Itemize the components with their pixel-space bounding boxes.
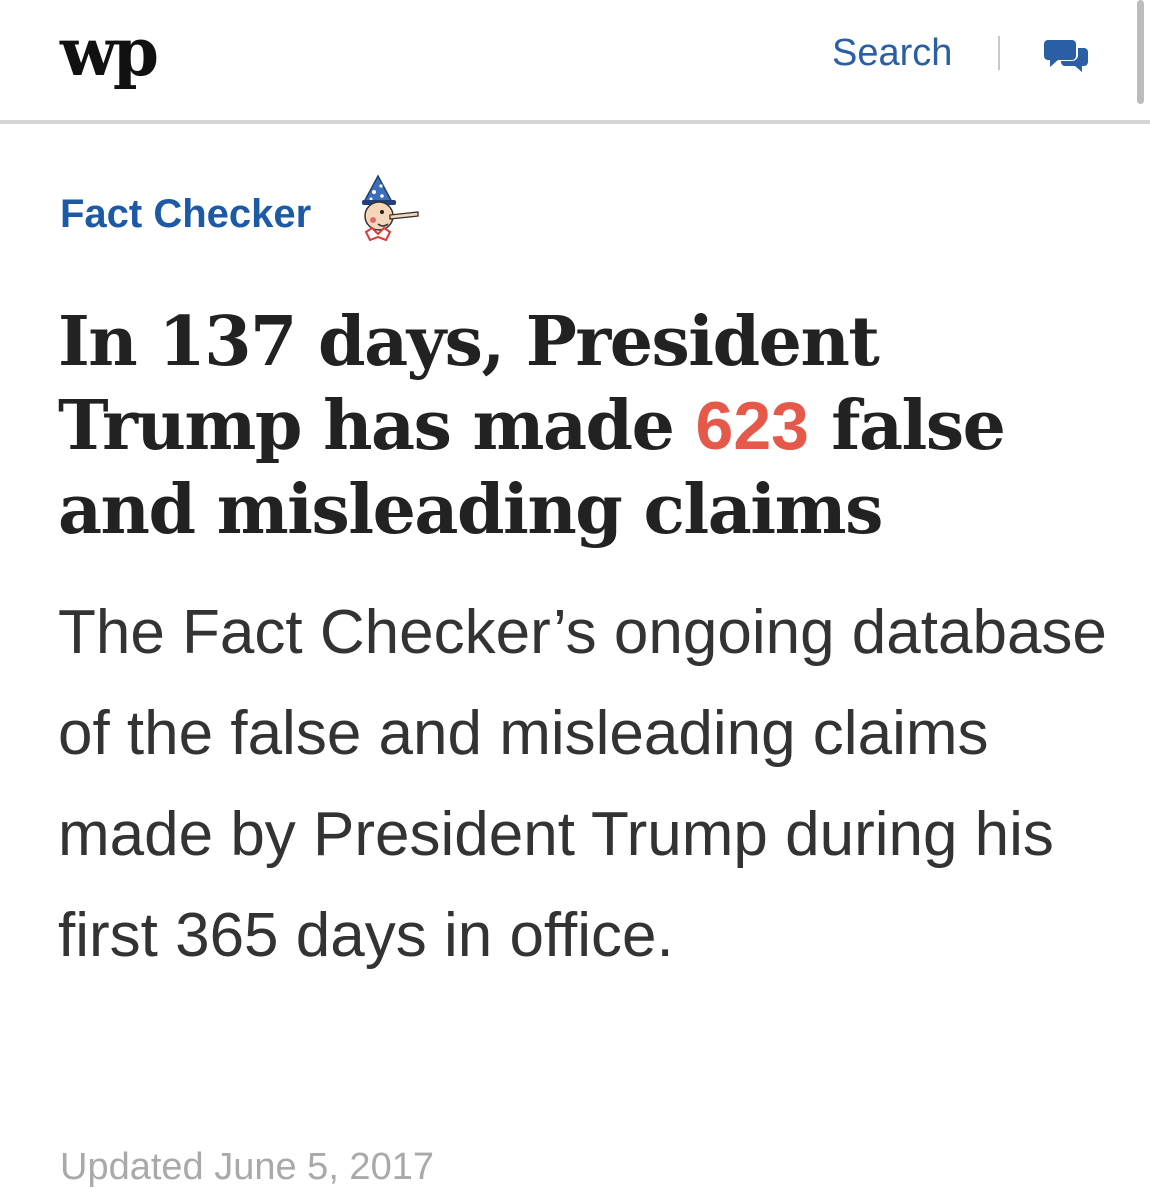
search-link[interactable]: Search bbox=[832, 30, 952, 76]
washington-post-logo[interactable]: wp bbox=[60, 12, 159, 92]
nav-divider bbox=[998, 36, 1000, 70]
comments-icon[interactable] bbox=[1044, 36, 1090, 72]
false-claims-count: 623 bbox=[695, 388, 810, 464]
pinocchio-icon bbox=[362, 174, 419, 242]
top-navigation-bar: wp Search bbox=[0, 0, 1150, 124]
section-kicker[interactable]: Fact Checker bbox=[60, 190, 311, 238]
scrollbar[interactable] bbox=[1137, 0, 1144, 104]
headline: In 137 days, President Trump has made 62… bbox=[58, 300, 1098, 552]
article-subheadline: The Fact Checker’s ongoing database of t… bbox=[58, 598, 1107, 970]
updated-timestamp: Updated June 5, 2017 bbox=[60, 1146, 434, 1188]
